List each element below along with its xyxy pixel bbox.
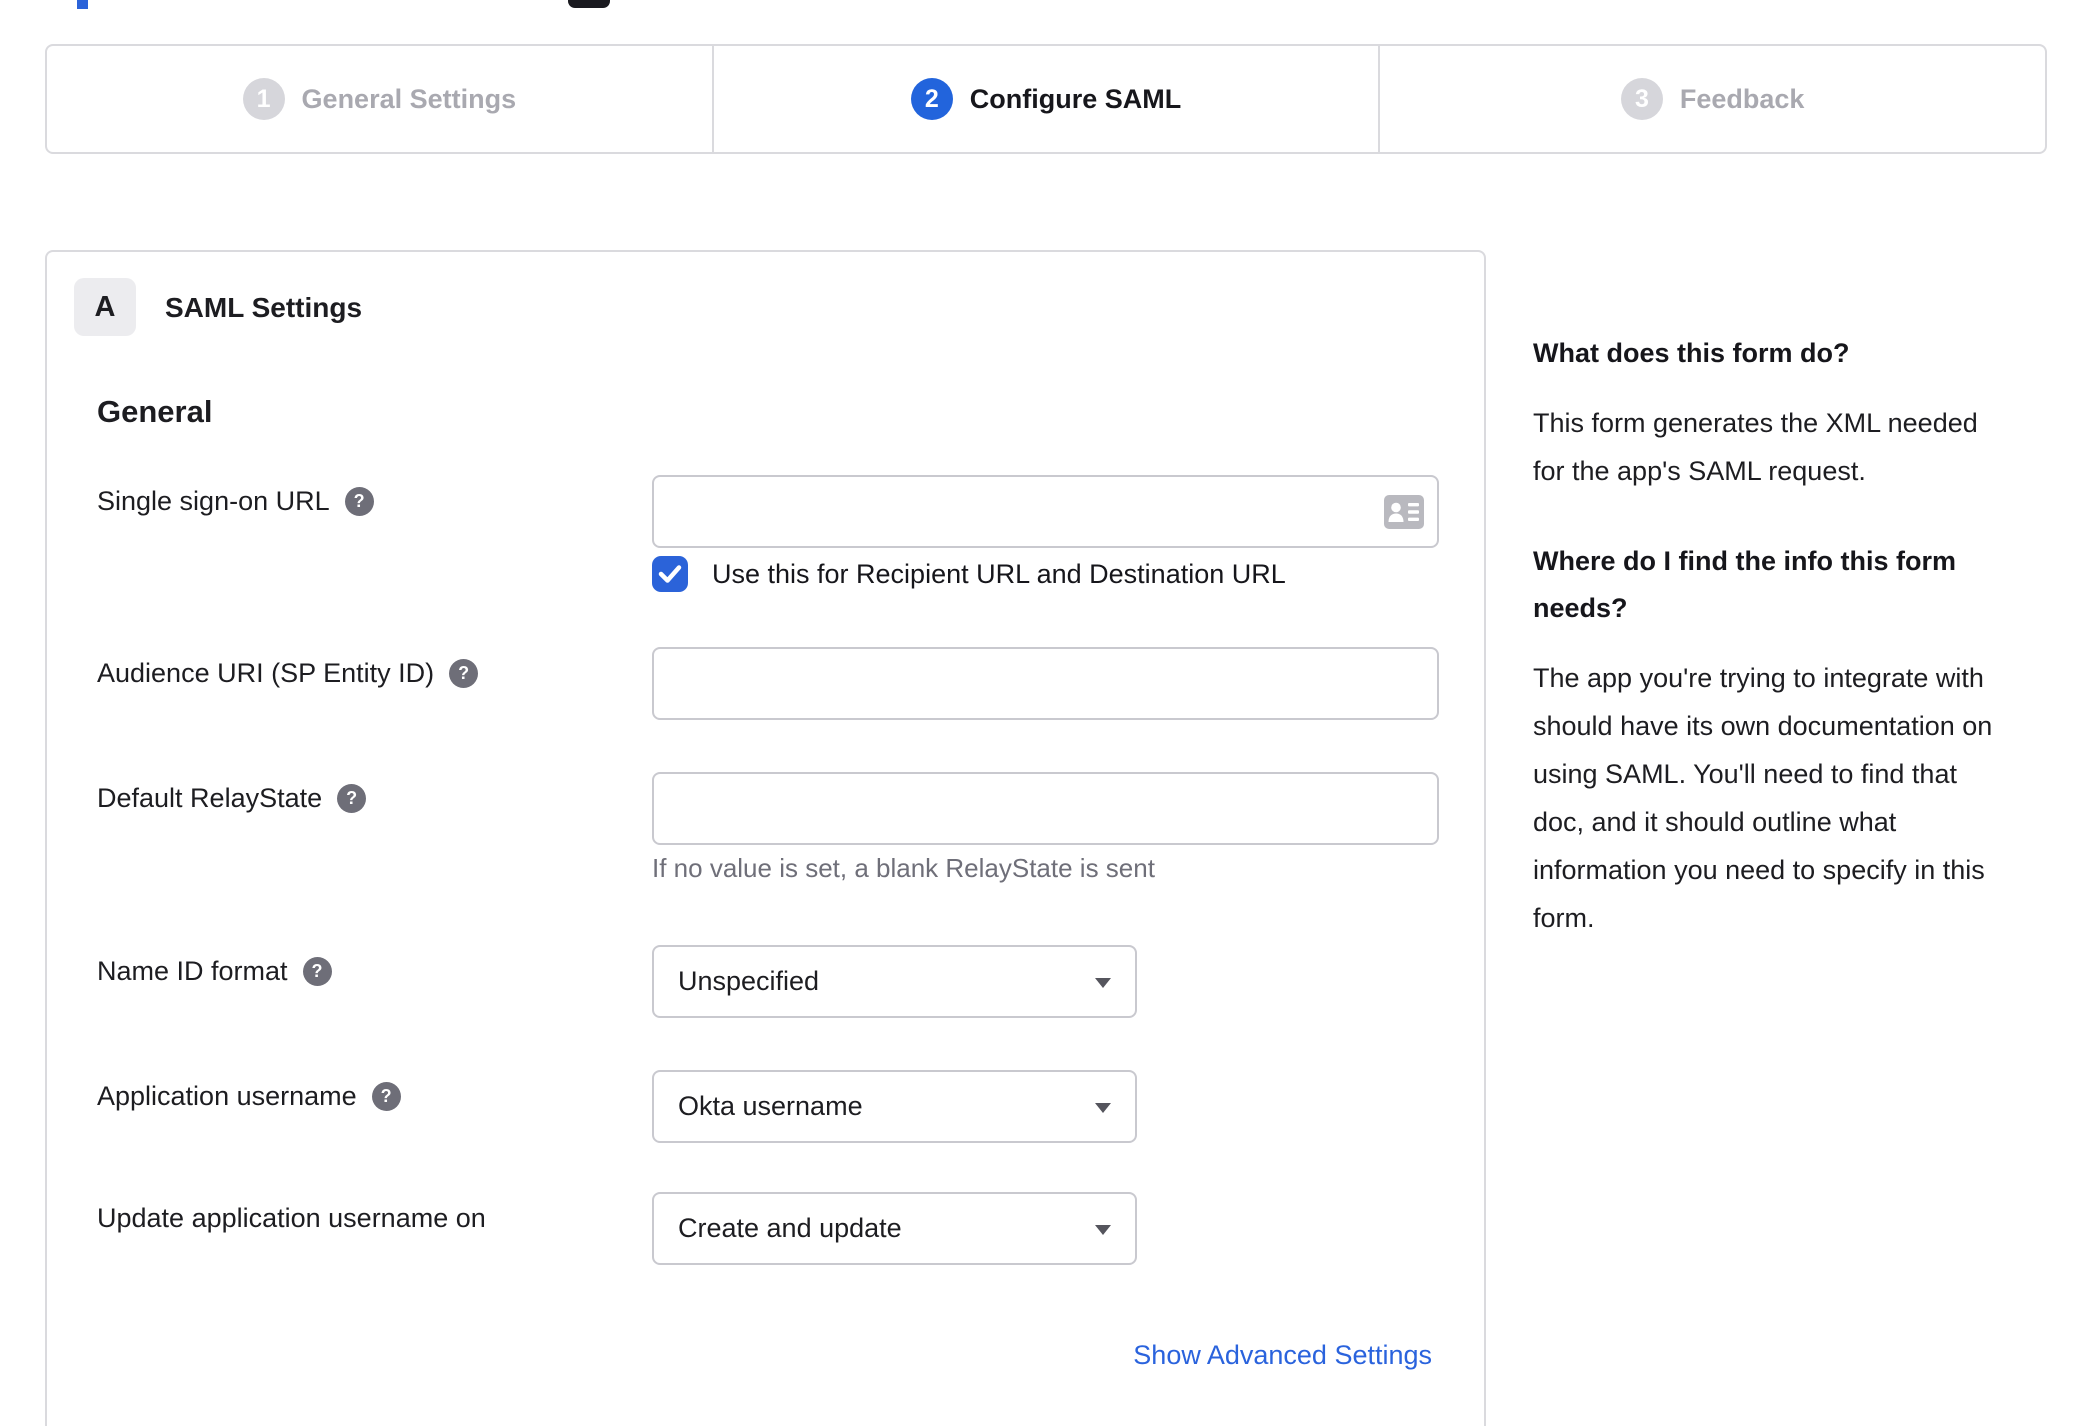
step-number-badge: 3: [1620, 78, 1663, 120]
default-relaystate-label-text: Default RelayState: [97, 783, 323, 813]
default-relaystate-input[interactable]: [652, 772, 1439, 845]
help-icon[interactable]: ?: [302, 957, 332, 986]
help-section-what: What does this form do? This form genera…: [1533, 330, 2045, 495]
help-body: This form generates the XML needed for t…: [1533, 408, 1978, 486]
chevron-down-icon: [1095, 1102, 1111, 1113]
configure-saml-page: 1 General Settings 2 Configure SAML 3 Fe…: [0, 0, 2092, 1426]
step-label: Configure SAML: [969, 83, 1182, 114]
recipient-url-checkbox-label: Use this for Recipient URL and Destinati…: [712, 558, 1286, 589]
step-label: General Settings: [301, 83, 517, 114]
help-icon[interactable]: ?: [371, 1082, 401, 1111]
audience-uri-label-text: Audience URI (SP Entity ID): [97, 658, 435, 688]
help-section-where: Where do I find the info this form needs…: [1533, 538, 2045, 942]
update-application-username-label: Update application username on: [97, 1203, 486, 1234]
name-id-format-select[interactable]: Unspecified: [652, 945, 1137, 1018]
application-username-select[interactable]: Okta username: [652, 1070, 1137, 1143]
relaystate-hint: If no value is set, a blank RelayState i…: [652, 853, 1155, 883]
update-application-username-label-text: Update application username on: [97, 1203, 486, 1233]
sso-url-label-text: Single sign-on URL: [97, 486, 330, 516]
step-configure-saml[interactable]: 2 Configure SAML: [711, 46, 1379, 152]
step-label: Feedback: [1679, 83, 1805, 114]
help-icon[interactable]: ?: [344, 487, 374, 516]
help-body: The app you're trying to integrate with …: [1533, 663, 1993, 933]
name-id-format-label: Name ID format ?: [97, 956, 332, 987]
recipient-url-checkbox-row: Use this for Recipient URL and Destinati…: [652, 556, 1286, 592]
default-relaystate-label: Default RelayState ?: [97, 783, 367, 814]
chevron-down-icon: [1095, 1224, 1111, 1235]
chevron-down-icon: [1095, 977, 1111, 988]
show-advanced-settings-link[interactable]: Show Advanced Settings: [1133, 1340, 1432, 1371]
wizard-stepper: 1 General Settings 2 Configure SAML 3 Fe…: [45, 44, 2047, 154]
help-icon[interactable]: ?: [449, 659, 479, 688]
section-badge-a: A: [74, 278, 136, 336]
application-username-label: Application username ?: [97, 1081, 401, 1112]
cut-off-blue-element: [77, 0, 88, 9]
help-heading: Where do I find the info this form needs…: [1533, 546, 1956, 623]
application-username-value: Okta username: [678, 1091, 863, 1121]
step-feedback[interactable]: 3 Feedback: [1378, 46, 2045, 152]
help-heading: What does this form do?: [1533, 338, 1850, 368]
general-group-heading: General: [97, 394, 213, 429]
contact-card-icon: [1384, 495, 1424, 529]
section-title: SAML Settings: [165, 292, 363, 323]
update-application-username-value: Create and update: [678, 1213, 902, 1243]
sso-url-label: Single sign-on URL ?: [97, 486, 374, 517]
step-number-badge: 1: [242, 78, 285, 120]
help-icon[interactable]: ?: [337, 784, 367, 813]
step-number-badge: 2: [910, 78, 953, 120]
cut-off-black-element: [568, 0, 610, 8]
audience-uri-label: Audience URI (SP Entity ID) ?: [97, 658, 479, 689]
step-general-settings[interactable]: 1 General Settings: [47, 46, 712, 152]
sso-url-input[interactable]: [652, 475, 1439, 548]
help-panel: What does this form do? This form genera…: [1533, 330, 2045, 942]
name-id-format-value: Unspecified: [678, 966, 820, 996]
name-id-format-label-text: Name ID format: [97, 956, 288, 986]
application-username-label-text: Application username: [97, 1081, 357, 1111]
audience-uri-input[interactable]: [652, 647, 1439, 720]
saml-settings-card: A SAML Settings General Single sign-on U…: [45, 250, 1486, 1426]
recipient-url-checkbox[interactable]: [652, 556, 688, 592]
update-application-username-select[interactable]: Create and update: [652, 1192, 1137, 1265]
